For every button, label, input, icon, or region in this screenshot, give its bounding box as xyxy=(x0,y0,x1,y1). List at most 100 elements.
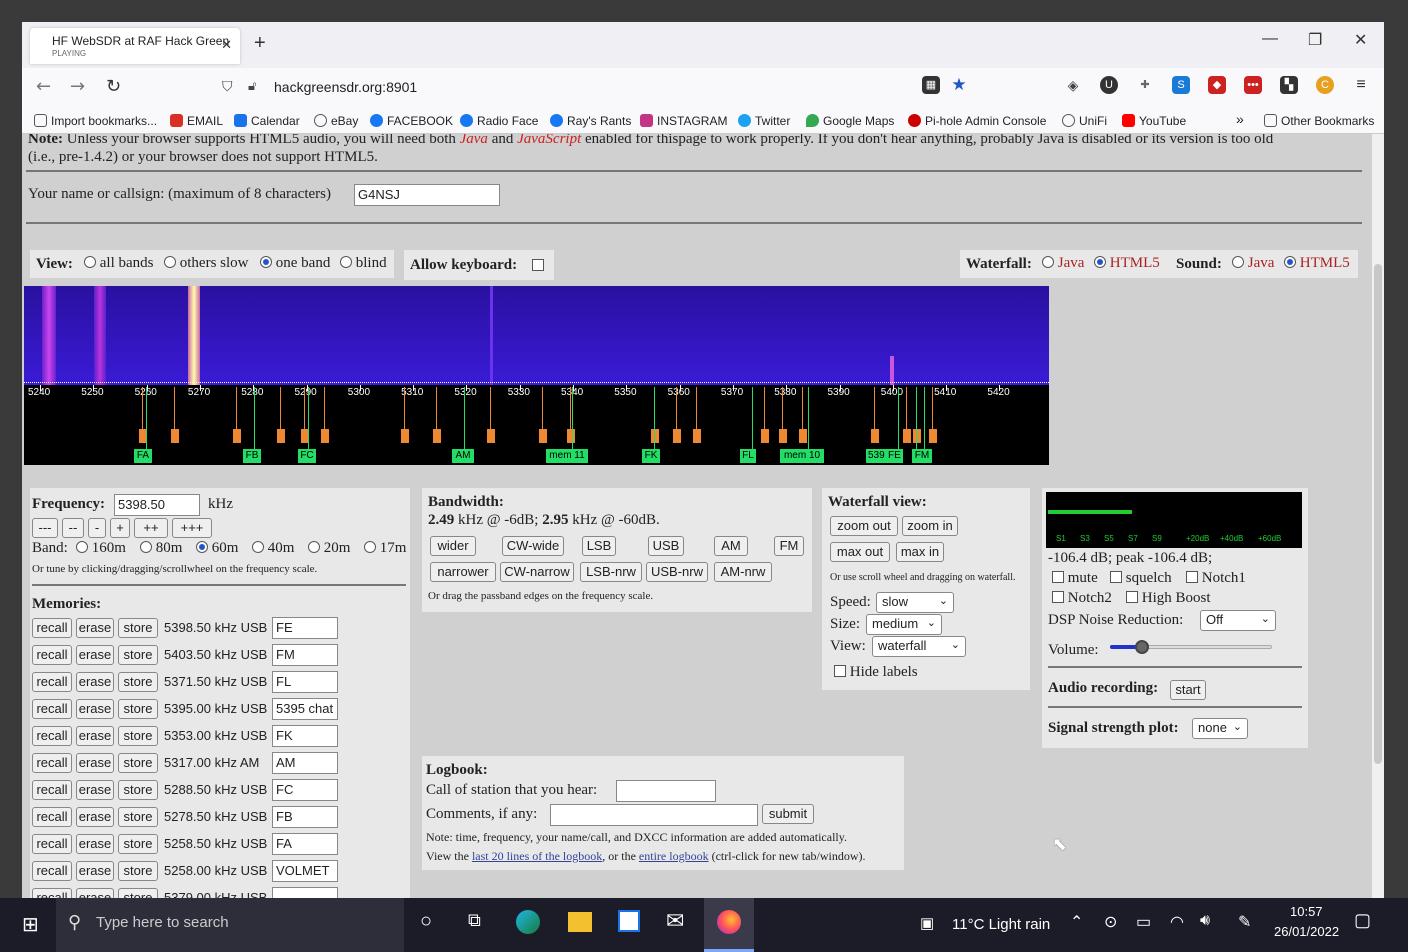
notifications-icon[interactable]: ▢ xyxy=(1354,910,1371,931)
bookmark-pihole[interactable]: Pi-hole Admin Console xyxy=(908,114,1046,128)
notch1-checkbox[interactable]: Notch1 xyxy=(1186,570,1246,587)
forward-icon[interactable]: → xyxy=(70,76,85,97)
marker-tag[interactable] xyxy=(929,429,937,443)
band-60m[interactable]: 60m xyxy=(196,540,238,557)
minimize-icon[interactable]: — xyxy=(1262,30,1278,48)
task-view-icon[interactable]: ⧉ xyxy=(468,910,481,931)
memory-recall-button[interactable]: recall xyxy=(32,753,72,773)
memory-recall-button[interactable]: recall xyxy=(32,834,72,854)
windows-start-icon[interactable]: ⊞ xyxy=(22,912,39,937)
cw-narrow-button[interactable]: CW-narrow xyxy=(500,562,574,582)
memory-erase-button[interactable]: erase xyxy=(76,699,114,719)
memory-marker-label[interactable]: FL xyxy=(740,449,756,463)
step-up-2-button[interactable]: ++ xyxy=(134,518,168,538)
bookmark-twitter[interactable]: Twitter xyxy=(738,114,790,128)
memory-store-button[interactable]: store xyxy=(118,861,158,881)
am-button[interactable]: AM xyxy=(714,536,748,556)
marker-tag[interactable] xyxy=(761,429,769,443)
browser-tab[interactable]: HF WebSDR at RAF Hack Green PLAYING ✕ xyxy=(30,28,240,64)
memory-marker-label[interactable]: FC xyxy=(298,449,316,463)
hide-labels-checkbox[interactable]: Hide labels xyxy=(834,664,918,681)
memory-recall-button[interactable]: recall xyxy=(32,807,72,827)
marker-tag[interactable] xyxy=(693,429,701,443)
marker-tag[interactable] xyxy=(799,429,807,443)
band-160m[interactable]: 160m xyxy=(76,540,126,557)
memory-marker-label[interactable]: FA xyxy=(134,449,152,463)
allow-keyboard-checkbox[interactable] xyxy=(532,259,544,271)
marker-tag[interactable] xyxy=(321,429,329,443)
memory-erase-button[interactable]: erase xyxy=(76,861,114,881)
usb-nrw-button[interactable]: USB-nrw xyxy=(646,562,708,582)
speed-select[interactable]: slow ⌄ xyxy=(876,592,954,613)
ublock-icon[interactable]: ◆ xyxy=(1208,76,1226,94)
logbook-comments-input[interactable] xyxy=(550,804,758,826)
extension-u-icon[interactable]: U xyxy=(1100,76,1118,94)
memory-erase-button[interactable]: erase xyxy=(76,834,114,854)
step-down-1-button[interactable]: - xyxy=(88,518,106,538)
marker-tag[interactable] xyxy=(871,429,879,443)
bookmark-youtube[interactable]: YouTube xyxy=(1122,114,1186,128)
memory-erase-button[interactable]: erase xyxy=(76,726,114,746)
memory-recall-button[interactable]: recall xyxy=(32,672,72,692)
marker-tag[interactable] xyxy=(171,429,179,443)
bookmark-star-icon[interactable]: ★ xyxy=(950,76,968,94)
volume-thumb[interactable] xyxy=(1135,640,1150,654)
memory-store-button[interactable]: store xyxy=(118,726,158,746)
back-icon[interactable]: ← xyxy=(36,76,51,97)
weather-text[interactable]: 11°C Light rain xyxy=(952,916,1050,933)
volume-icon[interactable]: 🔊︎ xyxy=(1200,912,1210,930)
memory-marker-label[interactable]: FM xyxy=(912,449,932,463)
mute-checkbox[interactable]: mute xyxy=(1052,570,1098,587)
memory-name-input[interactable]: FE xyxy=(272,617,338,639)
marker-tag[interactable] xyxy=(779,429,787,443)
audio-record-start-button[interactable]: start xyxy=(1170,680,1206,700)
marker-tag[interactable] xyxy=(651,429,659,443)
marker-tag[interactable] xyxy=(487,429,495,443)
tray-chevron-icon[interactable]: ⌃ xyxy=(1070,912,1083,932)
meet-icon[interactable]: ⊙ xyxy=(1104,912,1117,932)
max-in-button[interactable]: max in xyxy=(896,542,944,562)
extension-dots-icon[interactable]: ••• xyxy=(1244,76,1262,94)
bookmark-ebay[interactable]: eBay xyxy=(314,114,358,128)
memory-name-input[interactable]: 5395 chat xyxy=(272,698,338,720)
step-down-3-button[interactable]: --- xyxy=(32,518,58,538)
memory-store-button[interactable]: store xyxy=(118,672,158,692)
zoom-in-button[interactable]: zoom in xyxy=(902,516,958,536)
am-nrw-button[interactable]: AM-nrw xyxy=(714,562,772,582)
waterfall-java[interactable]: Java xyxy=(1042,255,1084,272)
marker-tag[interactable] xyxy=(433,429,441,443)
store-icon[interactable] xyxy=(618,910,640,932)
view-blind[interactable]: blind xyxy=(340,255,387,272)
memory-store-button[interactable]: store xyxy=(118,645,158,665)
max-out-button[interactable]: max out xyxy=(830,542,890,562)
notch2-checkbox[interactable]: Notch2 xyxy=(1052,590,1112,607)
memory-erase-button[interactable]: erase xyxy=(76,888,114,898)
mail-icon[interactable]: ✉ xyxy=(666,908,684,934)
restore-icon[interactable]: ❐ xyxy=(1308,30,1322,50)
usb-button[interactable]: USB xyxy=(648,536,684,556)
memory-name-input[interactable]: FB xyxy=(272,806,338,828)
callsign-input[interactable]: G4NSJ xyxy=(354,184,500,206)
memory-erase-button[interactable]: erase xyxy=(76,753,114,773)
band-20m[interactable]: 20m xyxy=(308,540,350,557)
waterfall-html5[interactable]: HTML5 xyxy=(1094,255,1160,272)
lsb-nrw-button[interactable]: LSB-nrw xyxy=(580,562,642,582)
memory-store-button[interactable]: store xyxy=(118,780,158,800)
logbook-call-input[interactable] xyxy=(616,780,716,802)
lsb-button[interactable]: LSB xyxy=(582,536,616,556)
size-select[interactable]: medium ⌄ xyxy=(866,614,942,635)
last-20-lines-link[interactable]: last 20 lines of the logbook xyxy=(472,849,602,863)
menu-icon[interactable]: ≡ xyxy=(1352,76,1370,94)
frequency-input[interactable]: 5398.50 xyxy=(114,494,200,516)
entire-logbook-link[interactable]: entire logbook xyxy=(639,849,709,863)
wifi-icon[interactable]: ◠ xyxy=(1170,912,1184,932)
bookmark-google-maps[interactable]: Google Maps xyxy=(806,114,894,128)
close-tab-icon[interactable]: ✕ xyxy=(221,37,232,53)
weather-icon[interactable]: ▣ xyxy=(920,914,934,932)
extension-s-icon[interactable]: S xyxy=(1172,76,1190,94)
narrower-button[interactable]: narrower xyxy=(430,562,496,582)
bookmark-calendar[interactable]: Calendar xyxy=(234,114,300,128)
fm-button[interactable]: FM xyxy=(774,536,804,556)
cortana-icon[interactable]: ○ xyxy=(420,910,432,933)
bookmark-import[interactable]: Import bookmarks... xyxy=(34,114,157,128)
